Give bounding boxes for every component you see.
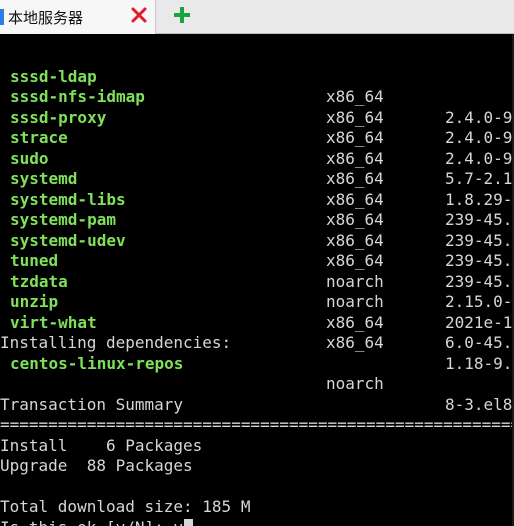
package-version: 2.15.0- [445,292,513,311]
package-arch: noarch [326,271,384,291]
plus-icon[interactable] [172,5,192,25]
package-arch: x86_64 [326,128,384,147]
package-version: 2.4.0-9 [445,107,513,127]
package-row: tzdata noarch 2021e-1 [0,251,512,332]
package-arch: x86_64 [326,148,384,168]
package-row: systemd-libs x86_64 239-45. [0,169,512,250]
transaction-summary-title: Transaction Summary [0,374,183,414]
tab-bar: 本地服务器 [0,0,514,34]
package-version: 239-45. [445,271,513,291]
prompt-text: Is this ok [y/N]: [0,518,173,526]
terminal-output[interactable]: sssd-ldap x86_64 2.4.0-9 sssd-nfs-idmap … [0,34,514,526]
package-name: centos-linux-repos [10,353,184,373]
package-row: systemd x86_64 239-45. [0,149,512,229]
package-arch: x86_64 [326,87,384,106]
package-version: 2.4.0-9 [445,128,513,147]
upgrade-count-line: Upgrade 88 Packages [0,436,193,475]
separator-text: ========================================… [0,415,514,434]
package-arch: x86_64 [326,169,384,188]
package-version: 2.4.0-9 [445,148,513,168]
package-row: centos-linux-repos noarch 8-3.el8 [0,333,512,414]
package-arch: x86_64 [326,251,384,270]
text-cursor [184,518,194,526]
terminal-window: 本地服务器 sssd-ldap x86_64 2.4.0-9 sssd-nfs-… [0,0,514,526]
dependencies-header: Installing dependencies: [0,313,231,352]
package-row: sssd-proxy x86_64 2.4.0-9 [0,87,512,168]
package-version: 239-45. [445,251,513,270]
package-version: 239-45. [445,210,513,229]
package-arch: x86_64 [326,210,384,229]
download-size-line: Total download size: 185 M [0,477,250,516]
package-row: virt-what x86_64 1.18-9. [0,292,512,373]
package-version: 2021e-1 [445,312,513,332]
package-version: 8-3.el8 [445,394,513,414]
package-arch: x86_64 [326,189,384,209]
package-arch: x86_64 [326,312,384,332]
upgrade-count-text: Upgrade 88 Packages [0,456,193,475]
package-arch: x86_64 [326,230,384,250]
tab-indicator-icon [0,9,4,25]
confirm-prompt-line[interactable]: Is this ok [y/N]: y [0,497,194,526]
tab-local-server[interactable]: 本地服务器 [0,0,156,34]
package-row: sssd-nfs-idmap x86_64 2.4.0-9 [0,67,512,147]
close-x-icon[interactable] [129,5,149,25]
prompt-input-value[interactable]: y [173,518,183,526]
package-row: sudo x86_64 1.8.29- [0,128,512,209]
package-version: 1.18-9. [445,353,513,373]
package-version: 1.8.29- [445,189,513,209]
package-version: 5.7-2.1 [445,169,513,188]
package-row: unzip x86_64 6.0-45. [0,272,512,352]
separator-line: ========================================… [0,395,514,434]
package-arch: x86_64 [326,333,384,352]
package-row: strace x86_64 5.7-2.1 [0,108,512,188]
confirm-prompt[interactable]: Is this ok [y/N]: y [0,518,194,526]
package-version: 239-45. [445,230,513,250]
tab-title: 本地服务器 [8,9,84,27]
package-row: tuned noarch 2.15.0- [0,231,512,311]
package-row: systemd-udev x86_64 239-45. [0,210,512,291]
package-row: systemd-pam x86_64 239-45. [0,190,512,270]
package-version: 6.0-45. [445,333,513,352]
package-arch: noarch [326,292,384,311]
package-arch: x86_64 [326,107,384,127]
package-arch: noarch [326,374,384,393]
package-row: sssd-ldap x86_64 2.4.0-9 [0,46,512,127]
install-count-line: Install 6 Packages [0,415,202,455]
